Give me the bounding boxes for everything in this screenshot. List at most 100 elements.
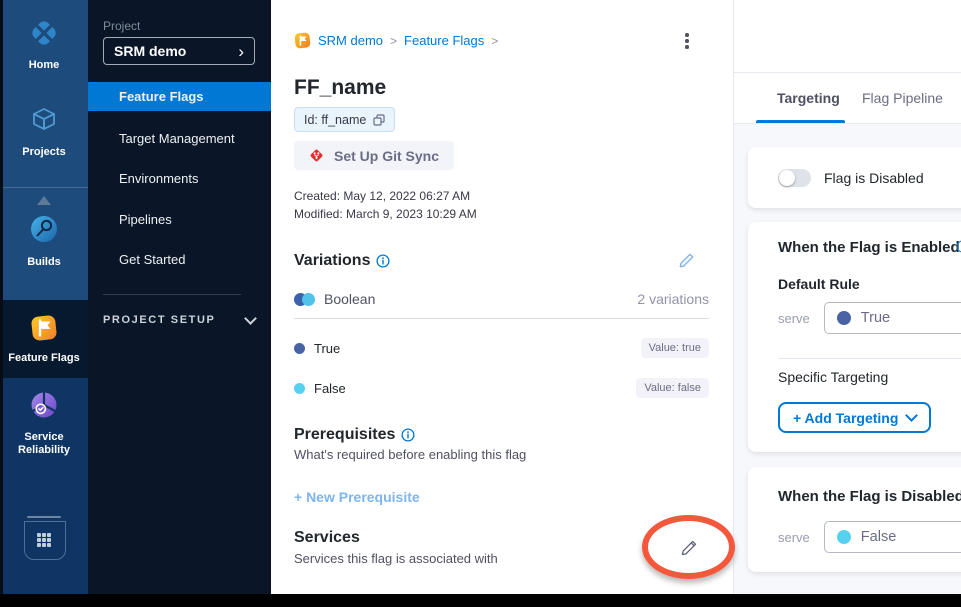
sidebar-item-label: Feature Flags: [119, 89, 204, 104]
flag-state-card: Flag is Disabled: [748, 147, 961, 208]
sidebar-item-label: Environments: [119, 171, 198, 186]
variation-value-badge: Value: false: [636, 378, 709, 398]
project-section-label: Project: [103, 19, 140, 33]
project-sidebar: Project SRM demo › Feature Flags Target …: [88, 0, 271, 594]
window-bottom-bar: [0, 594, 961, 607]
rail-item-projects[interactable]: Projects: [0, 103, 88, 159]
module-rail: Home Projects Bu: [0, 0, 88, 594]
breadcrumb-separator: >: [390, 34, 397, 48]
variation-name: False: [314, 381, 346, 396]
flag-options-menu-button[interactable]: [683, 31, 691, 51]
sidebar-item-get-started[interactable]: Get Started: [88, 245, 271, 274]
active-tab-indicator: [756, 120, 845, 123]
rail-item-label: Home: [29, 59, 60, 72]
rail-item-label: Projects: [22, 146, 65, 159]
flag-enabled-toggle[interactable]: [778, 169, 811, 187]
git-icon: [309, 148, 324, 163]
grid-icon: [37, 533, 53, 549]
breadcrumb-link-feature-flags[interactable]: Feature Flags: [404, 33, 484, 48]
prerequisites-description: What's required before enabling this fla…: [294, 447, 526, 462]
panel-header: [734, 0, 961, 73]
rail-bottom-divider: [27, 516, 61, 518]
panel-tabbar: Targeting Flag Pipeline: [734, 73, 961, 124]
default-rule-label: Default Rule: [778, 276, 860, 292]
serve-variation-select[interactable]: False: [824, 521, 961, 553]
kebab-icon: [685, 33, 689, 37]
rail-item-feature-flags[interactable]: Feature Flags: [0, 300, 88, 378]
false-variation-dot: [294, 383, 305, 394]
edit-services-button[interactable]: [680, 539, 698, 562]
project-setup-label: PROJECT SETUP: [103, 314, 216, 326]
services-heading: Services: [294, 529, 360, 547]
info-icon[interactable]: [401, 428, 415, 442]
rail-item-label: Builds: [27, 256, 61, 269]
flag-state-label: Flag is Disabled: [824, 170, 924, 186]
flag-created-text: Created: May 12, 2022 06:27 AM: [294, 189, 470, 203]
true-variation-dot: [294, 343, 305, 354]
project-setup-toggle[interactable]: PROJECT SETUP: [103, 314, 255, 326]
disabled-rules-card: When the Flag is Disabled serve False: [748, 467, 961, 572]
breadcrumb-link-project[interactable]: SRM demo: [318, 33, 383, 48]
sidebar-item-label: Pipelines: [119, 212, 172, 227]
variation-count: 2 variations: [637, 291, 709, 307]
flag-detail-main: SRM demo > Feature Flags > FF_name Id: f…: [271, 0, 733, 594]
sidebar-item-target-management[interactable]: Target Management: [88, 124, 271, 153]
sidebar-item-pipelines[interactable]: Pipelines: [88, 205, 271, 234]
edit-variations-button[interactable]: [678, 252, 695, 274]
sidebar-item-environments[interactable]: Environments: [88, 164, 271, 193]
variations-divider: [294, 318, 709, 319]
copy-icon[interactable]: [373, 114, 385, 126]
disabled-serve-row: serve False: [778, 521, 961, 553]
module-grid-button[interactable]: [24, 521, 66, 560]
rail-item-label: Service Reliability: [13, 431, 75, 457]
variation-row-true: True Value: true: [294, 337, 709, 359]
services-description: Services this flag is associated with: [294, 551, 498, 566]
rail-item-service-reliability[interactable]: Service Reliability: [0, 388, 88, 457]
chevron-right-icon: ›: [238, 43, 244, 60]
project-selector[interactable]: SRM demo ›: [103, 37, 255, 65]
rail-item-label: Feature Flags: [8, 352, 80, 364]
rail-item-home[interactable]: Home: [0, 16, 88, 72]
serve-label: serve: [778, 530, 810, 545]
variation-value-badge: Value: true: [641, 338, 709, 358]
add-targeting-label: + Add Targeting: [793, 410, 898, 426]
sidebar-divider: [103, 294, 241, 295]
tab-targeting[interactable]: Targeting: [777, 90, 840, 106]
chevron-down-icon: [906, 409, 919, 422]
card-divider: [778, 358, 961, 359]
new-prerequisite-button[interactable]: + New Prerequisite: [294, 489, 420, 505]
flag-id-text: Id: ff_name: [304, 113, 366, 127]
rail-divider: [0, 187, 88, 188]
sidebar-item-feature-flags[interactable]: Feature Flags: [88, 82, 271, 111]
home-icon: [27, 16, 61, 54]
feature-flags-icon: [28, 312, 60, 347]
boolean-type-icon: [294, 293, 315, 306]
info-icon[interactable]: [956, 240, 961, 258]
default-serve-row: serve True: [778, 302, 961, 334]
project-selector-value: SRM demo: [114, 43, 186, 59]
enabled-card-title: When the Flag is Enabled: [778, 239, 960, 256]
flag-modified-text: Modified: March 9, 2023 10:29 AM: [294, 207, 477, 221]
setup-git-sync-button[interactable]: Set Up Git Sync: [294, 141, 454, 170]
collapse-up-icon[interactable]: [37, 196, 51, 205]
flag-title: FF_name: [294, 76, 386, 100]
info-icon[interactable]: [376, 254, 390, 268]
serve-variation-value: True: [861, 310, 890, 326]
flag-id-chip: Id: ff_name: [294, 107, 395, 132]
serve-label: serve: [778, 311, 810, 326]
git-sync-label: Set Up Git Sync: [334, 148, 439, 164]
targeting-panel: Targeting Flag Pipeline Flag is Disabled…: [733, 0, 961, 594]
serve-variation-value: False: [861, 529, 896, 545]
tab-flag-pipeline[interactable]: Flag Pipeline: [862, 90, 943, 106]
true-variation-dot: [837, 311, 851, 325]
serve-variation-select[interactable]: True: [824, 302, 961, 334]
add-targeting-button[interactable]: + Add Targeting: [778, 402, 931, 433]
specific-targeting-label: Specific Targeting: [778, 369, 888, 385]
rail-item-builds[interactable]: Builds: [0, 211, 88, 269]
breadcrumb: SRM demo > Feature Flags >: [294, 32, 498, 49]
prerequisites-heading: Prerequisites: [294, 426, 415, 444]
variation-type-label: Boolean: [324, 291, 375, 307]
projects-cube-icon: [27, 103, 61, 141]
enabled-rules-card: When the Flag is Enabled Default Rule se…: [748, 222, 961, 452]
feature-flags-logo-icon: [294, 32, 311, 49]
